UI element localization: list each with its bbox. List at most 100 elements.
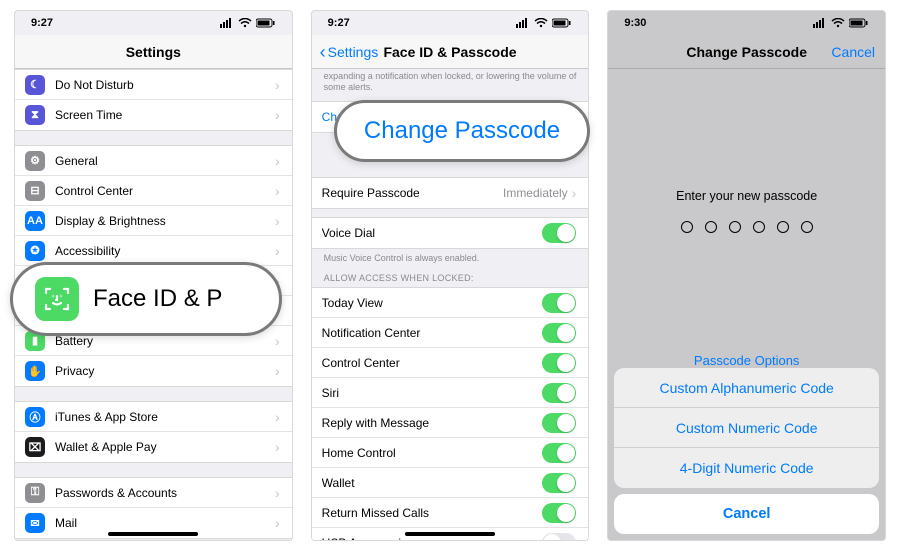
passcode-dot	[681, 221, 693, 233]
person-icon: ✪	[25, 241, 45, 261]
chevron-right-icon: ›	[275, 439, 280, 455]
page-title: Settings	[126, 44, 181, 60]
wifi-icon	[831, 18, 845, 28]
cancel-button[interactable]: Cancel	[831, 44, 875, 60]
row-do-not-disturb[interactable]: ☾ Do Not Disturb ›	[15, 70, 292, 100]
navbar: ‹ Settings Face ID & Passcode	[312, 35, 589, 69]
chevron-right-icon: ›	[275, 183, 280, 199]
row-screen-time[interactable]: ⧗ Screen Time ›	[15, 100, 292, 130]
faceid-icon	[35, 277, 79, 321]
status-bar: 9:30	[608, 11, 885, 35]
toggle[interactable]	[542, 413, 576, 433]
moon-icon: ☾	[25, 75, 45, 95]
sheet-options: Custom Alphanumeric Code Custom Numeric …	[614, 368, 879, 488]
home-indicator[interactable]	[108, 532, 198, 536]
row-control-center[interactable]: Control Center	[312, 348, 589, 378]
passcode-prompt: Enter your new passcode	[676, 189, 817, 203]
navbar: Settings	[15, 35, 292, 69]
callout-text: Face ID & P	[93, 285, 222, 313]
option-4digit[interactable]: 4-Digit Numeric Code	[614, 448, 879, 488]
passcode-dot	[777, 221, 789, 233]
wifi-icon	[534, 18, 548, 28]
toggle[interactable]	[542, 353, 576, 373]
battery-icon	[256, 18, 276, 28]
battery-icon	[849, 18, 869, 28]
chevron-right-icon: ›	[275, 243, 280, 259]
passcode-dot	[729, 221, 741, 233]
status-time: 9:27	[328, 17, 350, 29]
appstore-icon: Ⓐ	[25, 407, 45, 427]
row-voice-dial[interactable]: Voice Dial	[312, 218, 589, 248]
passcode-dots	[681, 221, 813, 233]
signal-icon	[516, 18, 530, 28]
action-sheet: Custom Alphanumeric Code Custom Numeric …	[614, 368, 879, 534]
row-return-calls[interactable]: Return Missed Calls	[312, 498, 589, 528]
passcode-dot	[753, 221, 765, 233]
battery-icon	[552, 18, 572, 28]
row-appstore[interactable]: Ⓐ iTunes & App Store ›	[15, 402, 292, 432]
hourglass-icon: ⧗	[25, 105, 45, 125]
wifi-icon	[238, 18, 252, 28]
chevron-right-icon: ›	[275, 363, 280, 379]
page-title: Face ID & Passcode	[383, 44, 516, 60]
back-button[interactable]: ‹ Settings	[320, 44, 379, 60]
navbar: Change Passcode Cancel	[608, 35, 885, 69]
chevron-right-icon: ›	[275, 485, 280, 501]
row-general[interactable]: ⚙ General ›	[15, 146, 292, 176]
top-footnote: expanding a notification when locked, or…	[312, 69, 589, 93]
key-icon: ⚿	[25, 483, 45, 503]
option-alphanumeric[interactable]: Custom Alphanumeric Code	[614, 368, 879, 408]
toggle[interactable]	[542, 323, 576, 343]
gear-icon: ⚙	[25, 151, 45, 171]
chevron-right-icon: ›	[275, 213, 280, 229]
signal-icon	[813, 18, 827, 28]
row-privacy[interactable]: ✋ Privacy ›	[15, 356, 292, 386]
row-home-control[interactable]: Home Control	[312, 438, 589, 468]
chevron-right-icon: ›	[275, 409, 280, 425]
chevron-right-icon: ›	[275, 153, 280, 169]
toggle-voice-dial[interactable]	[542, 223, 576, 243]
status-bar: 9:27	[15, 11, 292, 35]
row-reply-message[interactable]: Reply with Message	[312, 408, 589, 438]
home-indicator[interactable]	[405, 532, 495, 536]
voice-footnote: Music Voice Control is always enabled.	[312, 249, 589, 264]
sheet-cancel[interactable]: Cancel	[614, 494, 879, 534]
passcode-dot	[801, 221, 813, 233]
toggle[interactable]	[542, 503, 576, 523]
chevron-right-icon: ›	[275, 515, 280, 531]
toggle[interactable]	[542, 383, 576, 403]
page-title: Change Passcode	[686, 44, 807, 60]
option-custom-numeric[interactable]: Custom Numeric Code	[614, 408, 879, 448]
row-require-passcode[interactable]: Require Passcode Immediately ›	[312, 178, 589, 208]
row-wallet[interactable]: ⌧ Wallet & Apple Pay ›	[15, 432, 292, 462]
passcode-entry: Enter your new passcode Passcode Options…	[608, 69, 885, 540]
toggle[interactable]	[542, 533, 576, 540]
mail-icon: ✉	[25, 513, 45, 533]
signal-icon	[220, 18, 234, 28]
row-passwords[interactable]: ⚿ Passwords & Accounts ›	[15, 478, 292, 508]
row-control-center[interactable]: ⊟ Control Center ›	[15, 176, 292, 206]
chevron-right-icon: ›	[275, 333, 280, 349]
status-bar: 9:27	[312, 11, 589, 35]
switches-icon: ⊟	[25, 181, 45, 201]
chevron-right-icon: ›	[275, 77, 280, 93]
row-siri[interactable]: Siri	[312, 378, 589, 408]
status-time: 9:27	[31, 17, 53, 29]
toggle[interactable]	[542, 473, 576, 493]
passcode-options-link[interactable]: Passcode Options	[694, 353, 800, 368]
toggle[interactable]	[542, 293, 576, 313]
row-wallet[interactable]: Wallet	[312, 468, 589, 498]
chevron-right-icon: ›	[572, 185, 577, 201]
row-notification-center[interactable]: Notification Center	[312, 318, 589, 348]
callout-text: Change Passcode	[364, 117, 560, 145]
textsize-icon: AA	[25, 211, 45, 231]
wallet-icon: ⌧	[25, 437, 45, 457]
hand-icon: ✋	[25, 361, 45, 381]
row-display[interactable]: AA Display & Brightness ›	[15, 206, 292, 236]
callout-faceid: Face ID & P	[10, 262, 282, 336]
allow-header: ALLOW ACCESS WHEN LOCKED:	[312, 263, 589, 287]
row-today-view[interactable]: Today View	[312, 288, 589, 318]
callout-change-passcode: Change Passcode	[334, 100, 590, 162]
toggle[interactable]	[542, 443, 576, 463]
phone-change-passcode: 9:30 Change Passcode Cancel Enter your n…	[607, 10, 886, 541]
